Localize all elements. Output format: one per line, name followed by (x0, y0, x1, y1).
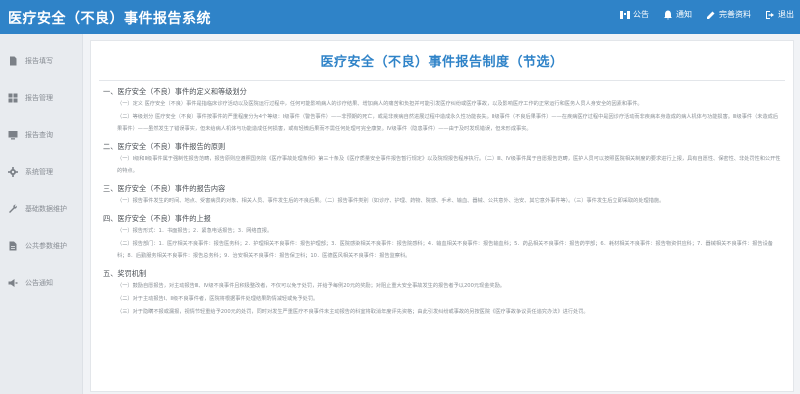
sidebar-item-public-params[interactable]: 公共参数维护 (0, 227, 82, 264)
announcement-button[interactable]: 公告 (620, 9, 649, 20)
bell-icon (664, 10, 672, 20)
paragraph: （一）Ⅰ级和Ⅱ级事件属于强制性报告范畴，报告原则应遵照国务院《医疗事故处理条例》… (117, 156, 781, 174)
logout-label: 退出 (778, 10, 794, 19)
page-title: 医疗安全（不良）事件报告制度（节选） (320, 55, 564, 70)
sidebar-item-system-manage[interactable]: 系统管理 (0, 153, 82, 190)
file-icon (9, 241, 17, 250)
section-title: 二、医疗安全（不良）事件报告的原则 (103, 142, 226, 151)
app-title: 医疗安全（不良）事件报告系统 (8, 11, 211, 27)
paragraph: （二）对于主动报告Ⅰ、Ⅱ级不良事件者，医院将根据事件处理结果酌情减轻或免予处罚。 (117, 296, 319, 302)
edit-icon (707, 11, 715, 19)
section-title: 四、医疗安全（不良）事件的上报 (103, 214, 211, 223)
paragraph: （一）鼓励自愿报告，对主动报告Ⅲ、Ⅳ级不良事件且积极整改者，不仅可以免于处罚，并… (117, 283, 505, 289)
sidebar-item-label: 公共参数维护 (25, 241, 67, 250)
sidebar: 报告填写 报告管理 报告查询 系统管理 基础数据维护 公共参数维护 公告通知 (0, 34, 83, 394)
paragraph: （一）报告事件发生的时间、地点、受害病员的对象、相关人员、事件发生后的不良后果。… (117, 198, 665, 204)
notification-label: 通知 (676, 10, 692, 19)
sidebar-item-label: 报告查询 (25, 130, 53, 139)
logout-icon (766, 10, 774, 19)
title-divider (99, 80, 785, 81)
sidebar-item-label: 报告管理 (25, 93, 53, 102)
document-icon (10, 56, 17, 65)
section-title: 三、医疗安全（不良）事件的报告内容 (103, 184, 226, 193)
logout-button[interactable]: 退出 (765, 9, 794, 20)
gear-icon (8, 166, 18, 177)
sidebar-item-report-query[interactable]: 报告查询 (0, 116, 82, 153)
sidebar-item-label: 公告通知 (25, 278, 53, 287)
notification-button[interactable]: 通知 (663, 9, 692, 20)
wrench-icon (9, 204, 17, 213)
top-actions: 公告 通知 完善资料 退出 (620, 9, 794, 20)
paragraph: （二）报告部门：1．医疗相关不良事件：报告医务科；2．护理相关不良事件：报告护理… (117, 241, 773, 259)
sidebar-item-label: 系统管理 (25, 167, 53, 176)
monitor-icon (8, 130, 18, 139)
sidebar-item-base-data[interactable]: 基础数据维护 (0, 190, 82, 227)
edit-profile-label: 完善资料 (719, 10, 751, 19)
sidebar-item-report-manage[interactable]: 报告管理 (0, 79, 82, 116)
paragraph: （二）等级划分 医疗安全（不良）事件按事件的严重程度分为4个等级：Ⅰ级事件（警告… (117, 114, 779, 132)
paragraph: （一）定义 医疗安全（不良）事件是指临床诊疗活动以及医院运行过程中，任何可能影响… (117, 101, 643, 107)
edit-profile-button[interactable]: 完善资料 (706, 9, 751, 20)
sidebar-item-announcement[interactable]: 公告通知 (0, 264, 82, 301)
section-title: 一、医疗安全（不良）事件的定义和等级划分 (103, 87, 247, 96)
sidebar-item-label: 报告填写 (25, 56, 53, 65)
paragraph: （一）报告形式：1．书面报告；2．紧急电话报告；3．网络直报。 (117, 228, 273, 234)
section-title: 五、奖罚机制 (103, 269, 147, 278)
top-bar: 医疗安全（不良）事件报告系统 公告 通知 完善资料 退出 (0, 0, 800, 34)
announcement-label: 公告 (633, 10, 649, 19)
grid-icon (8, 93, 18, 102)
main-content: 医疗安全（不良）事件报告制度（节选） 一、医疗安全（不良）事件的定义和等级划分 … (90, 40, 794, 392)
sidebar-item-report-fill[interactable]: 报告填写 (0, 42, 82, 79)
document-body: 一、医疗安全（不良）事件的定义和等级划分 （一）定义 医疗安全（不良）事件是指临… (91, 87, 793, 318)
sidebar-item-label: 基础数据维护 (25, 204, 67, 213)
speaker-icon (8, 278, 18, 287)
paragraph: （三）对于隐瞒不报或漏报，视情节轻重给予200元的处罚，同时对发生严重医疗不良事… (117, 309, 589, 315)
announcement-icon (620, 10, 630, 19)
